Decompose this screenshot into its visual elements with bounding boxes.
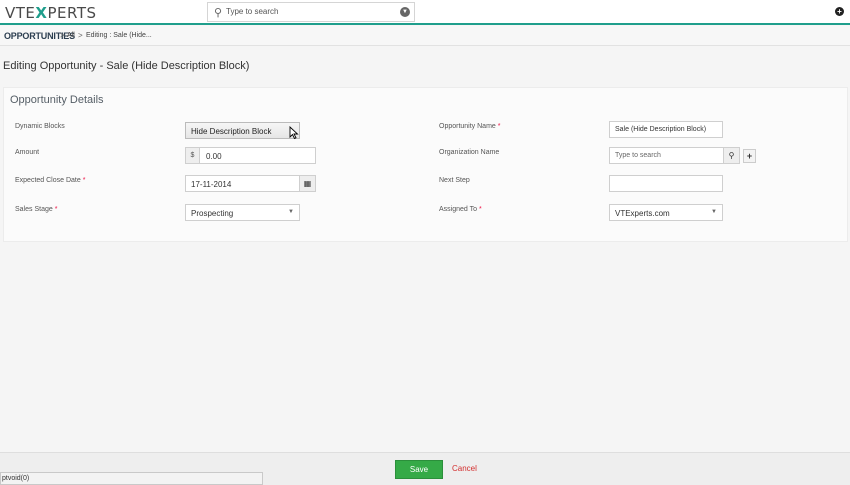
expected-close-date-label: Expected Close Date * — [15, 177, 85, 184]
next-step-label: Next Step — [439, 177, 470, 184]
breadcrumb: OPPORTUNITIES > All > Editing : Sale (Hi… — [0, 26, 850, 46]
logo-text-part2: X — [35, 4, 48, 22]
logo-text-part1: VTE — [5, 4, 36, 22]
global-search-input[interactable]: ⚲ Type to search ▼ — [207, 2, 415, 22]
expected-close-date-value: 17-11-2014 — [191, 180, 232, 189]
expected-close-date-label-text: Expected Close Date — [15, 177, 81, 184]
amount-field[interactable]: $ 0.00 — [185, 147, 316, 164]
logo[interactable]: VTEXPERTS — [5, 4, 97, 22]
search-icon[interactable]: ⚲ — [723, 148, 739, 163]
page-title: Editing Opportunity - Sale (Hide Descrip… — [3, 60, 250, 72]
required-marker: * — [497, 123, 501, 130]
assigned-to-label: Assigned To * — [439, 206, 482, 213]
chevron-down-icon[interactable]: ▼ — [400, 7, 410, 17]
opportunity-name-label: Opportunity Name * — [439, 123, 501, 130]
organization-name-placeholder: Type to search — [615, 152, 661, 159]
section-title: Opportunity Details — [10, 94, 104, 106]
amount-value: 0.00 — [206, 152, 222, 161]
chevron-down-icon: ▼ — [288, 209, 294, 215]
sales-stage-select[interactable]: Prospecting ▼ — [185, 204, 300, 221]
search-icon: ⚲ — [214, 7, 223, 19]
organization-name-label: Organization Name — [439, 149, 500, 156]
add-organization-button[interactable]: + — [743, 149, 756, 163]
logo-text-part3: PERTS — [47, 4, 97, 22]
opportunity-name-value: Sale (Hide Description Block) — [615, 126, 707, 133]
assigned-to-value: VTExperts.com — [615, 209, 670, 218]
breadcrumb-separator: > — [78, 31, 83, 40]
currency-symbol: $ — [186, 148, 200, 163]
breadcrumb-separator: > — [60, 31, 65, 40]
dynamic-blocks-button[interactable]: Hide Description Block — [185, 122, 300, 139]
cancel-link[interactable]: Cancel — [452, 464, 477, 473]
dynamic-blocks-value: Hide Description Block — [191, 127, 272, 136]
expected-close-date-field[interactable]: 17-11-2014 ▦ — [185, 175, 316, 192]
calendar-icon[interactable]: ▦ — [299, 176, 315, 191]
dynamic-blocks-label: Dynamic Blocks — [15, 123, 65, 130]
organization-name-field[interactable]: Type to search ⚲ — [609, 147, 740, 164]
required-marker: * — [478, 206, 482, 213]
amount-label: Amount — [15, 149, 40, 156]
top-bar: VTEXPERTS ⚲ Type to search ▼ + — [0, 0, 850, 25]
breadcrumb-current: Editing : Sale (Hide... — [86, 32, 152, 39]
opportunity-name-label-text: Opportunity Name — [439, 123, 496, 130]
sales-stage-label-text: Sales Stage — [15, 206, 53, 213]
sales-stage-value: Prospecting — [191, 209, 234, 218]
search-placeholder: Type to search — [226, 7, 279, 16]
chevron-down-icon: ▼ — [711, 209, 717, 215]
next-step-field[interactable] — [609, 175, 723, 192]
required-marker: * — [82, 177, 86, 184]
browser-status-bar: ptvoid(0) — [0, 472, 263, 485]
assigned-to-select[interactable]: VTExperts.com ▼ — [609, 204, 723, 221]
opportunity-name-field[interactable]: Sale (Hide Description Block) — [609, 121, 723, 138]
assigned-to-label-text: Assigned To — [439, 206, 478, 213]
save-button[interactable]: Save — [395, 460, 443, 479]
mouse-cursor-icon — [289, 126, 299, 140]
breadcrumb-all[interactable]: All — [67, 32, 75, 39]
quick-create-icon[interactable]: + — [835, 7, 844, 16]
sales-stage-label: Sales Stage * — [15, 206, 57, 213]
required-marker: * — [54, 206, 58, 213]
